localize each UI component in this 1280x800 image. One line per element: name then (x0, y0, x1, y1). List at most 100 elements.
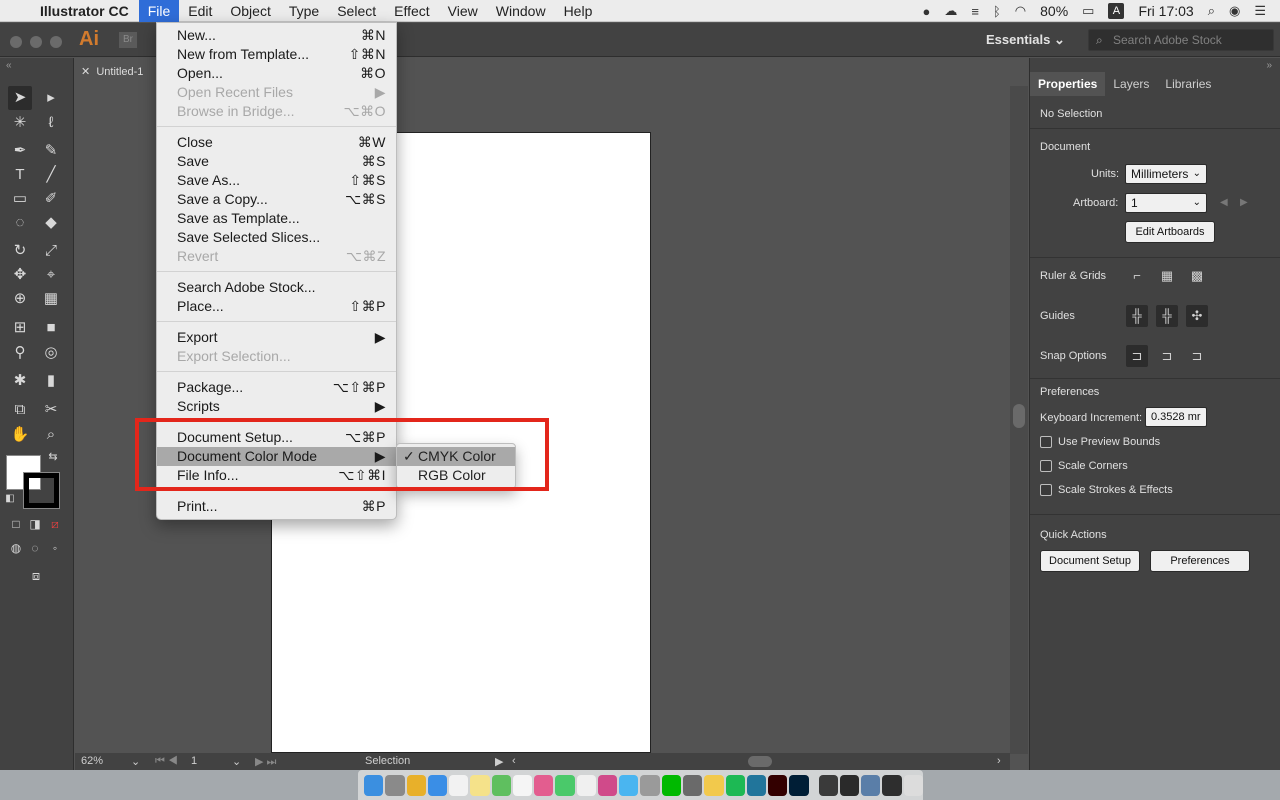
selection-tool-icon[interactable]: ➤ (8, 86, 32, 110)
zoom-dropdown-icon[interactable]: ⌄ (131, 755, 140, 768)
none-mode-icon[interactable]: ⧄ (47, 516, 63, 532)
menu-object[interactable]: Object (221, 0, 279, 22)
artboard-dropdown-icon[interactable]: ⌄ (232, 755, 241, 768)
grid-icon[interactable]: ▦ (1156, 265, 1178, 287)
menu-item-export[interactable]: Export ▶ (157, 328, 396, 347)
zoom-tool-icon[interactable]: ⌕ (39, 423, 63, 447)
app-store-icon[interactable] (619, 774, 639, 796)
itunes-icon[interactable] (576, 774, 596, 796)
photos-icon[interactable] (534, 774, 554, 796)
blend-tool-icon[interactable]: ◎ (39, 341, 63, 365)
use-preview-bounds-checkbox[interactable]: Use Preview Bounds (1040, 436, 1160, 448)
eraser-tool-icon[interactable]: ◆ (39, 211, 63, 235)
snap-to-point-icon[interactable]: ⊐ (1126, 345, 1148, 367)
tab-layers[interactable]: Layers (1105, 72, 1157, 96)
horizontal-scrollbar-thumb[interactable] (748, 756, 772, 767)
stack-icon[interactable]: ≡ (971, 4, 979, 19)
battery-percent[interactable]: 80% (1040, 3, 1068, 19)
terminal-icon[interactable] (839, 774, 860, 796)
type-tool-icon[interactable]: T (8, 163, 32, 187)
scrollbar-thumb[interactable] (1013, 404, 1025, 428)
close-tab-icon[interactable]: ✕ (81, 66, 90, 78)
photoshop-dock-icon[interactable] (789, 774, 809, 796)
screenshot-icon[interactable] (818, 774, 838, 796)
tab-libraries[interactable]: Libraries (1157, 72, 1219, 96)
paintbrush-tool-icon[interactable]: ✐ (39, 187, 63, 211)
bridge-button[interactable]: Br (119, 32, 137, 48)
next-artboard-icon[interactable]: ▶ (1240, 197, 1248, 208)
menu-effect[interactable]: Effect (385, 0, 439, 22)
app-name-menu[interactable]: Illustrator CC (40, 3, 139, 19)
perspective-grid-tool-icon[interactable]: ▦ (39, 287, 63, 311)
menu-item-save-as[interactable]: Save As... ⇧⌘S (157, 171, 396, 190)
menu-select[interactable]: Select (328, 0, 385, 22)
shape-builder-tool-icon[interactable]: ⊕ (8, 287, 32, 311)
menu-item-file-info[interactable]: File Info... ⌥⇧⌘I (157, 466, 396, 485)
stroke-color-swatch[interactable] (23, 472, 60, 509)
curvature-tool-icon[interactable]: ✎ (39, 139, 63, 163)
show-guides-icon[interactable]: ╬ (1126, 305, 1148, 327)
rotate-tool-icon[interactable]: ↻ (8, 239, 32, 263)
draw-behind-icon[interactable]: ◌ (27, 540, 43, 556)
smart-guides-icon[interactable]: ✣ (1186, 305, 1208, 327)
menu-item-package[interactable]: Package... ⌥⇧⌘P (157, 378, 396, 397)
input-source-badge[interactable]: A (1108, 3, 1125, 19)
system-preferences-icon[interactable] (640, 774, 660, 796)
launchpad-icon[interactable] (385, 774, 405, 796)
menu-item-document-setup[interactable]: Document Setup... ⌥⌘P (157, 428, 396, 447)
bluetooth-icon[interactable]: ᛒ (993, 4, 1001, 19)
submenu-item-cmyk[interactable]: ✓ CMYK Color (397, 447, 515, 466)
finder-icon[interactable] (364, 774, 384, 796)
ibooks-icon[interactable] (682, 774, 703, 796)
snap-to-grid-icon[interactable]: ⊐ (1156, 345, 1178, 367)
preferences-button[interactable]: Preferences (1150, 550, 1250, 572)
itunes-store-icon[interactable] (597, 774, 618, 796)
menu-help[interactable]: Help (555, 0, 602, 22)
menu-view[interactable]: View (439, 0, 487, 22)
checkbox-box[interactable] (1040, 460, 1052, 472)
artboard-number-field[interactable]: 1 (191, 755, 197, 767)
tab-properties[interactable]: Properties (1030, 72, 1106, 96)
rulers-icon[interactable]: ⌐ (1126, 265, 1148, 287)
column-graph-tool-icon[interactable]: ▮ (39, 369, 63, 393)
keyboard-increment-input[interactable]: 0.3528 mr (1145, 407, 1207, 427)
eyedropper-tool-icon[interactable]: ⚲ (8, 341, 32, 365)
illustrator-dock-icon[interactable] (768, 774, 788, 796)
hscroll-right-icon[interactable]: › (997, 755, 1001, 767)
status-menu-arrow-icon[interactable]: ▶ (495, 755, 503, 768)
menu-item-new[interactable]: New... ⌘N (157, 26, 396, 45)
wifi-icon[interactable]: ◠ (1015, 3, 1026, 19)
notes-icon[interactable] (470, 774, 490, 796)
units-dropdown[interactable]: Millimeters ⌄ (1125, 164, 1207, 184)
spotlight-search-icon[interactable]: ⌕ (1208, 3, 1215, 19)
transparency-grid-icon[interactable]: ▩ (1186, 265, 1208, 287)
clock[interactable]: Fri 17:03 (1138, 3, 1193, 19)
zoom-level-field[interactable]: 62% (81, 755, 103, 767)
line-icon[interactable] (661, 774, 681, 796)
symbol-sprayer-tool-icon[interactable]: ✱ (8, 369, 32, 393)
collapse-panel-icon[interactable]: « (6, 60, 12, 71)
menu-item-export-selection[interactable]: Export Selection... (157, 347, 396, 366)
color-mode-icon[interactable]: □ (8, 516, 24, 532)
document-tab[interactable]: ✕ Untitled-1 (75, 58, 155, 86)
gradient-mode-icon[interactable]: ◨ (27, 516, 43, 532)
expand-panel-icon[interactable]: » (1266, 60, 1272, 71)
free-transform-tool-icon[interactable]: ⌖ (39, 263, 63, 287)
prev-artboard-icon[interactable]: ◀ (1220, 197, 1228, 208)
hscroll-left-icon[interactable]: ‹ (512, 755, 516, 767)
facetime-icon[interactable] (555, 774, 575, 796)
menu-type[interactable]: Type (280, 0, 328, 22)
siri-icon[interactable]: ◉ (1229, 3, 1240, 19)
stickies-icon[interactable] (704, 774, 724, 796)
menu-item-place[interactable]: Place... ⇧⌘P (157, 297, 396, 316)
scale-tool-icon[interactable]: ⤢ (39, 239, 63, 263)
line-app-icon[interactable]: ● (923, 4, 931, 19)
snap-to-pixel-icon[interactable]: ⊐ (1186, 345, 1208, 367)
window-thumbnail-icon[interactable] (882, 774, 902, 796)
trash-icon[interactable] (903, 774, 923, 796)
submenu-item-rgb[interactable]: RGB Color (397, 466, 515, 485)
artboard-nav-next-icon[interactable]: ▶ ⏭ (255, 755, 276, 769)
menu-file[interactable]: File (138, 0, 180, 22)
scale-corners-checkbox[interactable]: Scale Corners (1040, 460, 1128, 472)
document-setup-button[interactable]: Document Setup (1040, 550, 1140, 572)
